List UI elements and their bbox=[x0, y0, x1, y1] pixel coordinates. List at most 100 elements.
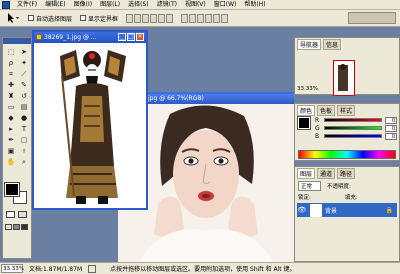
auto-select-checkbox[interactable]: 自动选择图层 bbox=[28, 14, 72, 23]
blue-slider-track[interactable] bbox=[324, 134, 382, 138]
menu-file[interactable]: 文件(F) bbox=[13, 0, 41, 10]
tab-styles[interactable]: 样式 bbox=[337, 105, 356, 116]
slider-green[interactable]: G 0 bbox=[312, 124, 400, 132]
foreground-color-swatch[interactable] bbox=[4, 182, 20, 197]
app-icon bbox=[2, 0, 10, 9]
eraser-tool-icon[interactable]: ▭ bbox=[5, 102, 17, 112]
menu-help[interactable]: 帮助(H) bbox=[240, 0, 269, 10]
type-tool-icon[interactable]: T bbox=[18, 124, 30, 134]
checkbox-box[interactable] bbox=[28, 15, 34, 21]
navigator-zoom[interactable]: 33.33% bbox=[297, 86, 318, 92]
tab-layers[interactable]: 图层 bbox=[297, 168, 316, 179]
clone-stamp-icon[interactable]: ♜ bbox=[5, 91, 17, 101]
menu-image[interactable]: 图像(I) bbox=[70, 0, 96, 10]
channel-label: G bbox=[315, 124, 320, 132]
screen-mode-black-icon[interactable] bbox=[21, 224, 28, 230]
lock-label: 锁定: bbox=[298, 195, 311, 201]
pen-tool-icon[interactable]: ✒ bbox=[5, 135, 17, 145]
menu-filter[interactable]: 滤镜(T) bbox=[153, 0, 181, 10]
blend-mode-select[interactable]: 正常 bbox=[298, 181, 322, 191]
green-slider-track[interactable] bbox=[324, 126, 382, 130]
align-top-icon[interactable] bbox=[126, 13, 134, 23]
blur-tool-icon[interactable]: ◆ bbox=[5, 113, 17, 123]
status-doc-size[interactable]: 文档:1.87M/1.87M bbox=[29, 264, 82, 273]
hand-tool-icon[interactable]: ✋ bbox=[5, 157, 17, 167]
channel-value[interactable]: 0 bbox=[385, 124, 397, 132]
tab-paths[interactable]: 路径 bbox=[337, 168, 356, 179]
align-bottom-icon[interactable] bbox=[142, 13, 150, 23]
slider-blue[interactable]: B 0 bbox=[312, 132, 400, 140]
slider-red[interactable]: R 0 bbox=[312, 116, 400, 124]
fill-label: 填充: bbox=[344, 195, 358, 201]
layers-tabs: 图层 通道 路径 bbox=[295, 167, 399, 180]
magic-wand-icon[interactable]: ✦ bbox=[18, 58, 30, 68]
zoom-tool-icon[interactable]: ⌕ bbox=[18, 157, 30, 167]
standard-mode-icon[interactable] bbox=[6, 211, 15, 218]
document-icon bbox=[36, 34, 42, 40]
distribute-middle-icon[interactable] bbox=[189, 13, 197, 23]
dodge-tool-icon[interactable]: ● bbox=[18, 113, 30, 123]
distribute-bottom-icon[interactable] bbox=[197, 13, 205, 23]
eyedropper-icon[interactable]: ⟊ bbox=[18, 146, 30, 156]
eye-icon[interactable]: 👁 bbox=[297, 206, 307, 214]
move-tool-icon[interactable] bbox=[6, 12, 20, 24]
shape-tool-icon[interactable]: ▢ bbox=[18, 135, 30, 145]
slice-tool-icon[interactable]: ⟋ bbox=[18, 69, 30, 79]
color-fg-swatch[interactable] bbox=[297, 116, 311, 130]
brush-tool-icon[interactable]: ✎ bbox=[18, 80, 30, 90]
options-bar: 自动选择图层 显示定界框 bbox=[0, 10, 400, 27]
quickmask-mode-icon[interactable] bbox=[18, 211, 27, 218]
tab-swatches[interactable]: 色板 bbox=[317, 105, 336, 116]
opera-figure-image bbox=[60, 50, 126, 204]
screen-mode-standard-icon[interactable] bbox=[5, 224, 12, 230]
close-icon[interactable]: × bbox=[136, 33, 144, 41]
history-brush-icon[interactable]: ↺ bbox=[18, 91, 30, 101]
channel-value[interactable]: 0 bbox=[385, 132, 397, 140]
document-window-opera[interactable]: 38269_1.jpg @ ... _ □ × bbox=[32, 30, 148, 210]
checkbox-box[interactable] bbox=[80, 15, 87, 21]
color-spectrum-bar[interactable] bbox=[298, 150, 396, 159]
menu-edit[interactable]: 编辑(E) bbox=[41, 0, 69, 10]
distribute-right-icon[interactable] bbox=[221, 13, 229, 23]
align-left-icon[interactable] bbox=[150, 13, 158, 23]
tab-navigator[interactable]: 导航器 bbox=[297, 39, 322, 50]
show-bounds-checkbox[interactable]: 显示定界框 bbox=[80, 14, 118, 23]
tab-info[interactable]: 信息 bbox=[323, 39, 342, 50]
align-center-icon[interactable] bbox=[158, 13, 166, 23]
move-tool-icon[interactable]: ➤ bbox=[18, 47, 30, 57]
tab-channels[interactable]: 通道 bbox=[317, 168, 336, 179]
path-select-icon[interactable]: ▸ bbox=[5, 124, 17, 134]
channel-label: R bbox=[315, 116, 320, 124]
menu-view[interactable]: 视图(V) bbox=[181, 0, 210, 10]
red-slider-track[interactable] bbox=[324, 118, 382, 122]
navigator-thumbnail[interactable] bbox=[333, 60, 355, 96]
palette-well[interactable] bbox=[348, 12, 396, 24]
screen-mode-full-icon[interactable] bbox=[13, 224, 20, 230]
crop-tool-icon[interactable]: ⌗ bbox=[5, 69, 17, 79]
maximize-icon[interactable]: □ bbox=[127, 33, 135, 41]
lock-icon: 🔒 bbox=[385, 206, 393, 214]
notes-tool-icon[interactable]: ▣ bbox=[5, 146, 17, 156]
lasso-tool-icon[interactable]: ρ bbox=[5, 58, 17, 68]
status-bar: 33.33% 文档:1.87M/1.87M 点按并拖移以移动图层或选区。要用附加… bbox=[0, 262, 400, 274]
minimize-icon[interactable]: _ bbox=[118, 33, 126, 41]
status-zoom-field[interactable]: 33.33% bbox=[1, 264, 24, 273]
navigator-tabs: 导航器 信息 bbox=[295, 38, 399, 51]
document-title-bar[interactable]: 38269_1.jpg @ ... _ □ × bbox=[34, 32, 146, 43]
healing-brush-icon[interactable]: ✚ bbox=[5, 80, 17, 90]
menu-select[interactable]: 选择(S) bbox=[124, 0, 153, 10]
menu-window[interactable]: 窗口(W) bbox=[210, 0, 241, 10]
marquee-tool-icon[interactable]: ⬚ bbox=[5, 47, 17, 57]
align-right-icon[interactable] bbox=[166, 13, 174, 23]
status-hint: 点按并拖移以移动图层或选区。要用附加选项，使用 Shift 和 Alt 键。 bbox=[110, 266, 296, 273]
layer-row-background[interactable]: 👁 背景 🔒 bbox=[297, 203, 397, 217]
gradient-tool-icon[interactable]: ▤ bbox=[18, 102, 30, 112]
status-menu-arrow-icon[interactable] bbox=[88, 264, 97, 273]
align-middle-icon[interactable] bbox=[134, 13, 142, 23]
tab-color[interactable]: 颜色 bbox=[297, 105, 316, 116]
distribute-left-icon[interactable] bbox=[205, 13, 213, 23]
menu-layer[interactable]: 图层(L) bbox=[96, 0, 124, 10]
channel-value[interactable]: 0 bbox=[385, 116, 397, 124]
distribute-top-icon[interactable] bbox=[181, 13, 189, 23]
distribute-center-icon[interactable] bbox=[213, 13, 221, 23]
